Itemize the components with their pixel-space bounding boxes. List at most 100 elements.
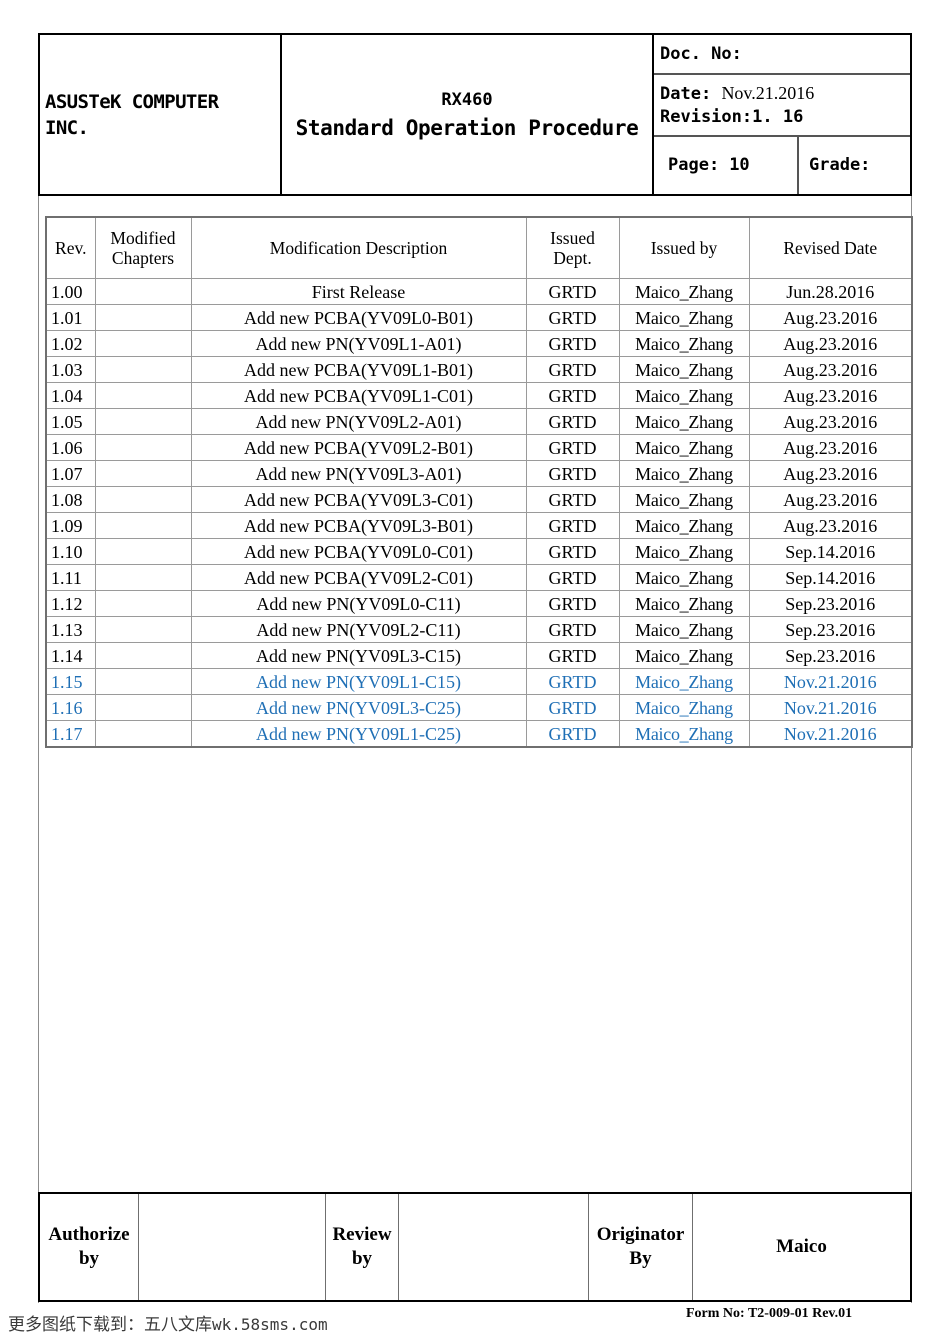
cell-description: Add new PCBA(YV09L0-C01) [190,538,527,565]
cell-description: Add new PN(YV09L3-C15) [190,642,527,669]
page-value: 10 [729,155,750,175]
cell-dept: GRTD [525,694,620,721]
cell-date: Nov.21.2016 [748,668,913,695]
cell-dept: GRTD [525,642,620,669]
cell-issued-by: Maico_Zhang [618,408,750,435]
authorize-by-label-line1: Authorize [48,1224,130,1245]
cell-description: First Release [190,278,527,305]
cell-date: Sep.14.2016 [748,538,913,565]
cell-chapters [94,330,192,357]
cell-description: Add new PCBA(YV09L3-C01) [190,486,527,513]
cell-rev: 1.05 [45,408,96,435]
table-row: 1.07 Add new PN(YV09L3-A01) GRTD Maico_Zhan… [45,460,913,487]
cell-issued-by: Maico_Zhang [618,304,750,331]
cell-issued-by: Maico_Zhang [618,564,750,591]
cell-rev: 1.12 [45,590,96,617]
cell-date: Sep.14.2016 [748,564,913,591]
col-header-modified-chapters: Modified Chapters [94,216,192,279]
cell-description: Add new PCBA(YV09L1-B01) [190,356,527,383]
cell-dept: GRTD [525,512,620,539]
cell-date: Aug.23.2016 [748,460,913,487]
review-by-value[interactable] [399,1194,589,1300]
cell-rev: 1.00 [45,278,96,305]
page-cell: Page: 10 [654,137,799,194]
revision-label: Revision: [660,106,753,127]
date-line: Date: Nov.21.2016 [660,82,910,106]
cell-rev: 1.13 [45,616,96,643]
table-row: 1.03 Add new PCBA(YV09L1-B01) GRTD Maico_Zh… [45,356,913,383]
grade-label: Grade: [809,155,871,175]
authorize-by-value[interactable] [139,1194,326,1300]
cell-dept: GRTD [525,356,620,383]
form-number: Form No: T2-009-01 Rev.01 [686,1306,853,1321]
cell-rev: 1.15 [45,668,96,695]
originator-by-value[interactable]: Maico [693,1194,910,1300]
cell-description: Add new PCBA(YV09L3-B01) [190,512,527,539]
cell-date: Aug.23.2016 [748,512,913,539]
cell-date: Sep.23.2016 [748,616,913,643]
cell-issued-by: Maico_Zhang [618,460,750,487]
cell-date: Sep.23.2016 [748,590,913,617]
cell-rev: 1.10 [45,538,96,565]
cell-description: Add new PN(YV09L3-A01) [190,460,527,487]
originator-by-label: Originator By [589,1194,693,1300]
table-row: 1.12 Add new PN(YV09L0-C11) GRTD Maico_Zhan… [45,590,913,617]
table-header-row: Rev. Modified Chapters Modification Desc… [45,216,913,279]
cell-dept: GRTD [525,330,620,357]
col-header-revised-date: Revised Date [748,216,913,279]
revision-line: Revision:1. 16 [660,106,910,129]
cell-rev: 1.04 [45,382,96,409]
cell-issued-by: Maico_Zhang [618,694,750,721]
cell-dept: GRTD [525,538,620,565]
table-row: 1.09 Add new PCBA(YV09L3-B01) GRTD Maico_Zh… [45,512,913,539]
cell-chapters [94,694,192,721]
cell-chapters [94,278,192,305]
cell-dept: GRTD [525,408,620,435]
cell-description: Add new PCBA(YV09L2-C01) [190,564,527,591]
page-grade-row: Page: 10 Grade: [654,137,910,194]
originator-by-label-line1: Originator [596,1224,685,1245]
cell-date: Aug.23.2016 [748,486,913,513]
cell-date: Aug.23.2016 [748,356,913,383]
authorize-by-label-line2: by [78,1248,100,1269]
watermark-url: wk.58sms.com [212,1315,328,1334]
cell-dept: GRTD [525,382,620,409]
cell-date: Aug.23.2016 [748,330,913,357]
cell-chapters [94,538,192,565]
cell-issued-by: Maico_Zhang [618,668,750,695]
cell-date: Nov.21.2016 [748,720,913,748]
cell-dept: GRTD [525,564,620,591]
model-name: RX460 [441,89,493,110]
cell-issued-by: Maico_Zhang [618,590,750,617]
cell-issued-by: Maico_Zhang [618,278,750,305]
cell-issued-by: Maico_Zhang [618,616,750,643]
company-name-line-2: INC. [45,116,89,139]
cell-date: Jun.28.2016 [748,278,913,305]
cell-issued-by: Maico_Zhang [618,538,750,565]
cell-chapters [94,460,192,487]
date-label: Date: [660,83,712,104]
cell-description: Add new PN(YV09L0-C11) [190,590,527,617]
cell-rev: 1.01 [45,304,96,331]
document-header: ASUSTeK COMPUTER INC. RX460 Standard Ope… [38,33,912,196]
table-row: 1.00 First Release GRTD Maico_Zhang Jun.28.2… [45,278,913,305]
cell-description: Add new PN(YV09L1-C15) [190,668,527,695]
cell-rev: 1.06 [45,434,96,461]
date-value: Nov.21.2016 [721,82,815,103]
cell-chapters [94,512,192,539]
cell-dept: GRTD [525,278,620,305]
cell-rev: 1.17 [45,720,96,748]
cell-dept: GRTD [525,616,620,643]
cell-rev: 1.11 [45,564,96,591]
review-by-label-line1: Review [332,1224,392,1245]
grade-cell: Grade: [799,137,910,194]
cell-description: Add new PN(YV09L1-C25) [190,720,527,748]
cell-issued-by: Maico_Zhang [618,642,750,669]
document-title-cell: RX460 Standard Operation Procedure [282,35,654,194]
revision-table-body: 1.00 First Release GRTD Maico_Zhang Jun.28.2… [45,278,913,748]
table-row: 1.10 Add new PCBA(YV09L0-C01) GRTD Maico_Zh… [45,538,913,565]
cell-chapters [94,590,192,617]
cell-dept: GRTD [525,668,620,695]
table-row: 1.11 Add new PCBA(YV09L2-C01) GRTD Maico_Zh… [45,564,913,591]
revision-history-table: Rev. Modified Chapters Modification Desc… [45,216,913,748]
